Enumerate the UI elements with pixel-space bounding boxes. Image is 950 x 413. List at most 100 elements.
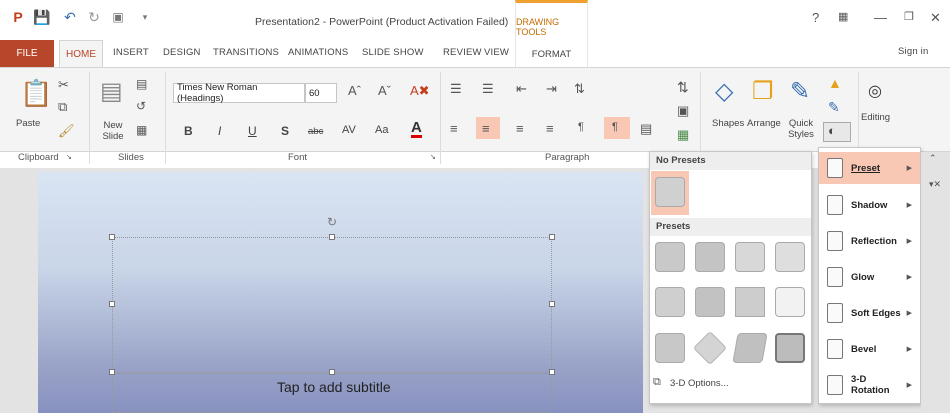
text-shadow-button[interactable]: S bbox=[281, 124, 289, 138]
tab-animations[interactable]: ANIMATIONS bbox=[288, 47, 348, 58]
menu-item-reflection[interactable]: Reflection ▶ bbox=[819, 225, 920, 257]
tab-review[interactable]: REVIEW bbox=[443, 47, 482, 58]
align-right-icon[interactable]: ≡ bbox=[516, 122, 524, 135]
pane-options-icon[interactable]: ▾✕ bbox=[929, 180, 941, 189]
redo-icon[interactable]: ↻ bbox=[86, 7, 102, 27]
resize-handle[interactable] bbox=[549, 369, 555, 375]
cut-icon[interactable]: ✂ bbox=[58, 78, 69, 91]
increase-font-icon[interactable]: Aˆ bbox=[348, 84, 361, 97]
shape-outline-icon[interactable]: ✎ bbox=[828, 100, 840, 114]
resize-handle[interactable] bbox=[109, 301, 115, 307]
character-spacing-button[interactable]: AV bbox=[342, 124, 356, 136]
new-slide-icon[interactable]: ▤ bbox=[100, 80, 123, 104]
tab-home[interactable]: HOME bbox=[59, 40, 103, 68]
paste-button[interactable]: Paste bbox=[16, 118, 40, 129]
menu-item-bevel[interactable]: Bevel ▶ bbox=[819, 333, 920, 365]
smartart-icon[interactable]: ▦ bbox=[677, 128, 689, 141]
ribbon-display-options-icon[interactable]: ▦ bbox=[838, 10, 848, 23]
collapse-ribbon-icon[interactable]: ⌃ bbox=[929, 154, 937, 163]
tab-slide-show[interactable]: SLIDE SHOW bbox=[362, 47, 424, 58]
section-icon[interactable]: ▦ bbox=[136, 124, 147, 136]
line-spacing-icon[interactable]: ⇅ bbox=[574, 82, 585, 95]
paste-icon[interactable]: 📋 bbox=[20, 80, 52, 106]
preset-option[interactable] bbox=[655, 333, 685, 363]
menu-item-soft-edges[interactable]: Soft Edges ▶ bbox=[819, 297, 920, 329]
italic-button[interactable]: I bbox=[218, 124, 221, 138]
numbering-icon[interactable]: ☰ bbox=[482, 82, 494, 95]
clear-formatting-icon[interactable]: A✖ bbox=[410, 84, 430, 97]
increase-indent-icon[interactable]: ⇥ bbox=[546, 82, 557, 95]
help-button[interactable]: ? bbox=[812, 10, 819, 25]
arrange-icon[interactable]: ❐ bbox=[752, 80, 774, 104]
minimize-button[interactable]: — bbox=[874, 10, 887, 25]
save-icon[interactable]: 💾 bbox=[33, 7, 50, 27]
rtl-icon[interactable]: ¶ bbox=[612, 122, 618, 133]
undo-icon[interactable]: ↶ bbox=[62, 7, 78, 27]
menu-item-shadow[interactable]: Shadow ▶ bbox=[819, 189, 920, 221]
start-slideshow-icon[interactable]: ▣ bbox=[110, 7, 126, 27]
tab-transitions[interactable]: TRANSITIONS bbox=[213, 47, 279, 58]
preset-option[interactable] bbox=[735, 242, 765, 272]
justify-icon[interactable]: ≡ bbox=[546, 122, 554, 135]
preset-option[interactable] bbox=[655, 287, 685, 317]
resize-handle[interactable] bbox=[329, 369, 335, 375]
binoculars-icon[interactable]: ◎ bbox=[868, 84, 882, 100]
resize-handle[interactable] bbox=[549, 234, 555, 240]
bold-button[interactable]: B bbox=[184, 124, 193, 138]
title-placeholder[interactable] bbox=[112, 237, 552, 374]
columns-icon[interactable]: ▤ bbox=[640, 122, 652, 135]
resize-handle[interactable] bbox=[109, 369, 115, 375]
decrease-font-icon[interactable]: Aˇ bbox=[378, 84, 391, 97]
3d-options-link[interactable]: 3-D Options... bbox=[670, 378, 729, 389]
shape-fill-icon[interactable]: ▲ bbox=[828, 76, 842, 90]
tab-format[interactable]: FORMAT bbox=[515, 40, 588, 68]
tab-design[interactable]: DESIGN bbox=[163, 47, 201, 58]
editing-button[interactable]: Editing bbox=[861, 112, 890, 123]
sign-in-link[interactable]: Sign in bbox=[898, 46, 928, 57]
quick-styles-button[interactable]: Quick Styles bbox=[787, 118, 815, 140]
shapes-icon[interactable]: ◇ bbox=[715, 80, 733, 104]
font-name-combobox[interactable]: Times New Roman (Headings) bbox=[173, 82, 305, 104]
align-center-icon[interactable]: ≡ bbox=[482, 122, 490, 135]
menu-item-glow[interactable]: Glow ▶ bbox=[819, 261, 920, 293]
bullets-icon[interactable]: ☰ bbox=[450, 82, 462, 95]
tab-file[interactable]: FILE bbox=[0, 40, 54, 67]
restore-button[interactable]: ❐ bbox=[904, 10, 914, 23]
preset-option[interactable] bbox=[735, 287, 765, 317]
tab-insert[interactable]: INSERT bbox=[113, 47, 149, 58]
no-preset-option[interactable] bbox=[655, 177, 685, 207]
font-size-combobox[interactable]: 60 bbox=[305, 83, 337, 103]
resize-handle[interactable] bbox=[109, 234, 115, 240]
rotate-handle-icon[interactable]: ↻ bbox=[327, 216, 337, 228]
decrease-indent-icon[interactable]: ⇤ bbox=[516, 82, 527, 95]
preset-option[interactable] bbox=[695, 287, 725, 317]
format-painter-icon[interactable]: 🖌 bbox=[58, 124, 75, 137]
strikethrough-button[interactable]: abc bbox=[308, 126, 323, 137]
preset-option[interactable] bbox=[655, 242, 685, 272]
ltr-icon[interactable]: ¶ bbox=[578, 122, 584, 133]
preset-option[interactable] bbox=[775, 242, 805, 272]
text-direction-icon[interactable]: ⇅ bbox=[677, 80, 689, 94]
arrange-button[interactable]: Arrange bbox=[747, 118, 781, 129]
preset-option[interactable] bbox=[775, 287, 805, 317]
layout-icon[interactable]: ▤ bbox=[136, 78, 147, 90]
clipboard-launcher-icon[interactable]: ↘ bbox=[66, 154, 72, 161]
change-case-button[interactable]: Aa bbox=[375, 124, 388, 136]
font-launcher-icon[interactable]: ↘ bbox=[430, 154, 436, 161]
shapes-button[interactable]: Shapes bbox=[712, 118, 744, 129]
align-text-icon[interactable]: ▣ bbox=[677, 104, 689, 117]
menu-item-preset[interactable]: Preset ▶ bbox=[819, 152, 920, 184]
align-left-icon[interactable]: ≡ bbox=[450, 122, 458, 135]
resize-handle[interactable] bbox=[329, 234, 335, 240]
new-slide-button[interactable]: New Slide bbox=[98, 120, 128, 142]
customize-qat-icon[interactable]: ▾ bbox=[140, 7, 150, 27]
preset-option[interactable] bbox=[775, 333, 805, 363]
preset-option[interactable] bbox=[732, 333, 768, 363]
reset-icon[interactable]: ↺ bbox=[136, 100, 146, 112]
underline-button[interactable]: U bbox=[248, 124, 257, 138]
close-button[interactable]: ✕ bbox=[930, 10, 941, 26]
preset-option[interactable] bbox=[695, 242, 725, 272]
font-color-icon[interactable]: A bbox=[411, 120, 422, 138]
menu-item-3d-rotation[interactable]: 3-D Rotation ▶ bbox=[819, 369, 920, 401]
quick-styles-icon[interactable]: ✎ bbox=[790, 80, 810, 104]
